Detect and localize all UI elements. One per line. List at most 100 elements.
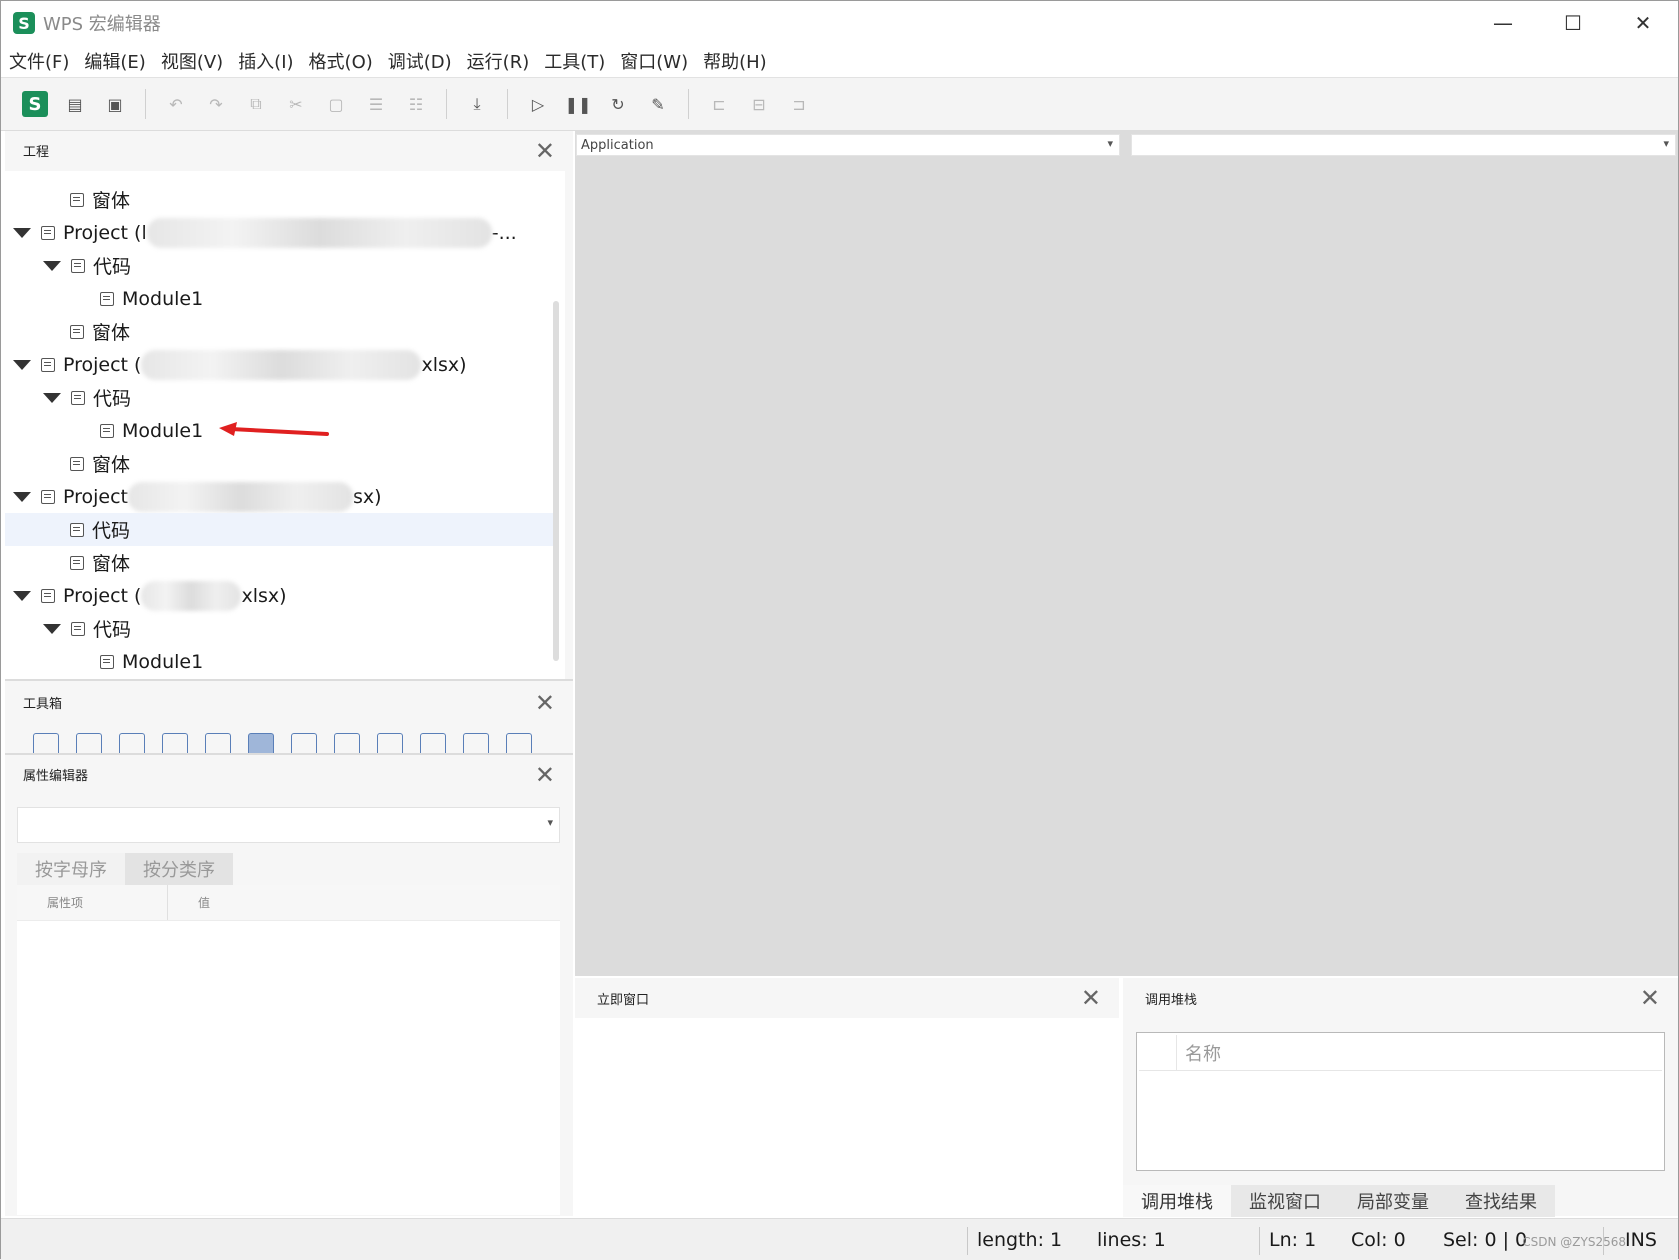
outdent-icon[interactable]: ☷: [399, 87, 433, 121]
close-icon[interactable]: ✕: [1081, 984, 1101, 1012]
close-icon[interactable]: ✕: [1640, 984, 1660, 1012]
expand-arrow-icon[interactable]: [43, 623, 61, 634]
copy-icon[interactable]: ⧉: [239, 87, 273, 121]
redacted-filename: [146, 217, 492, 248]
minimize-button[interactable]: —: [1468, 1, 1538, 45]
pause-icon[interactable]: ❚❚: [561, 87, 595, 121]
properties-panel: 属性编辑器 ✕ 按字母序 按分类序 属性项 值: [5, 755, 573, 1216]
tree-item-code[interactable]: 代码: [5, 249, 558, 282]
tab-categorized[interactable]: 按分类序: [125, 853, 233, 885]
tree-item-label: Module1: [122, 287, 204, 310]
procedure-dropdown[interactable]: [1131, 134, 1676, 156]
tab-watch[interactable]: 监视窗口: [1231, 1185, 1339, 1217]
tree-item-code[interactable]: 代码: [5, 612, 558, 645]
save-icon[interactable]: ▣: [98, 87, 132, 121]
textbox-tool-icon[interactable]: [119, 733, 145, 753]
object-dropdown[interactable]: Application: [576, 134, 1120, 156]
tree-item-label: Project (l: [63, 221, 147, 244]
tree-scrollbar[interactable]: [553, 301, 559, 661]
tree-item-form[interactable]: 窗体: [5, 315, 558, 348]
tree-item-label: Module1: [122, 650, 204, 673]
tree-item-project[interactable]: Project ( xlsx): [5, 579, 558, 612]
tree-item-form[interactable]: 窗体: [5, 447, 558, 480]
tab-alphabetic[interactable]: 按字母序: [17, 853, 125, 885]
design-mode-icon[interactable]: ✎: [641, 87, 675, 121]
menu-run[interactable]: 运行(R): [467, 48, 530, 74]
wps-switch-button[interactable]: S: [18, 87, 52, 121]
text-tool-icon[interactable]: [162, 733, 188, 753]
code-folder-icon: [71, 390, 85, 405]
tab-find-results[interactable]: 查找结果: [1447, 1185, 1555, 1217]
cut-icon[interactable]: ✂: [279, 87, 313, 121]
paste-icon[interactable]: ▢: [319, 87, 353, 121]
tree-item-label: Project (: [63, 353, 142, 376]
menu-edit[interactable]: 编辑(E): [84, 48, 145, 74]
tree-item-project[interactable]: Project ( xlsx): [5, 348, 558, 381]
tree-item-project[interactable]: Project (l -...: [5, 216, 558, 249]
new-file-icon[interactable]: ▤: [58, 87, 92, 121]
label-tool-icon[interactable]: [76, 733, 102, 753]
indent-icon[interactable]: ☰: [359, 87, 393, 121]
scrollbar-tool-icon[interactable]: [420, 733, 446, 753]
close-icon[interactable]: ✕: [535, 761, 555, 789]
properties-panel-title: 属性编辑器: [23, 768, 89, 784]
close-icon[interactable]: ✕: [535, 689, 555, 717]
form-icon: [70, 555, 84, 570]
tree-item-label: 窗体: [92, 322, 131, 344]
redacted-filename: [141, 349, 422, 380]
import-icon[interactable]: ⤓: [460, 87, 494, 121]
expand-arrow-icon[interactable]: [43, 392, 61, 403]
tab-callstack[interactable]: 调用堆栈: [1123, 1185, 1231, 1217]
left-dock: 工程 ✕ 窗体 Project (l -... 代码 Module1 窗体 Pr…: [5, 131, 573, 1216]
expand-arrow-icon[interactable]: [13, 590, 31, 601]
menu-file[interactable]: 文件(F): [9, 48, 69, 74]
menu-format[interactable]: 格式(O): [309, 48, 373, 74]
combobox-tool-icon[interactable]: [248, 733, 274, 753]
expand-arrow-icon[interactable]: [13, 359, 31, 370]
pointer-tool-icon[interactable]: [33, 733, 59, 753]
listbox-tool-icon[interactable]: [377, 733, 403, 753]
spin-tool-icon[interactable]: [463, 733, 489, 753]
expand-arrow-icon[interactable]: [13, 491, 31, 502]
maximize-button[interactable]: ☐: [1538, 1, 1608, 45]
expand-arrow-icon[interactable]: [43, 260, 61, 271]
align-left-icon[interactable]: ⊏: [702, 87, 736, 121]
close-icon[interactable]: ✕: [535, 137, 555, 165]
distribute-icon[interactable]: ⊐: [782, 87, 816, 121]
properties-grid-header: 属性项 值: [17, 885, 560, 921]
code-editor-area[interactable]: Application: [575, 131, 1678, 976]
run-icon[interactable]: ▷: [521, 87, 555, 121]
callstack-table[interactable]: 名称: [1136, 1032, 1665, 1171]
project-icon: [41, 357, 55, 372]
expand-arrow-icon[interactable]: [13, 227, 31, 238]
toolbar-separator: [507, 89, 508, 119]
menu-debug[interactable]: 调试(D): [388, 48, 452, 74]
tree-item-project[interactable]: Project sx): [5, 480, 558, 513]
tree-item-form[interactable]: 窗体: [5, 183, 558, 216]
tree-item-form[interactable]: 窗体: [5, 546, 558, 579]
tree-item-module[interactable]: Module1: [5, 282, 558, 315]
immediate-panel[interactable]: 立即窗口 ✕: [575, 978, 1119, 1216]
menu-insert[interactable]: 插入(I): [238, 48, 293, 74]
radio-tool-icon[interactable]: [334, 733, 360, 753]
tab-locals[interactable]: 局部变量: [1339, 1185, 1447, 1217]
redo-icon[interactable]: ↷: [199, 87, 233, 121]
tree-item-code[interactable]: 代码: [5, 381, 558, 414]
reset-icon[interactable]: ↻: [601, 87, 635, 121]
object-select[interactable]: [17, 807, 560, 843]
tree-item-module[interactable]: Module1: [5, 645, 558, 678]
menu-tools[interactable]: 工具(T): [544, 48, 605, 74]
menu-view[interactable]: 视图(V): [161, 48, 223, 74]
align-center-icon[interactable]: ⊟: [742, 87, 776, 121]
image-tool-icon[interactable]: [506, 733, 532, 753]
undo-icon[interactable]: ↶: [159, 87, 193, 121]
close-window-button[interactable]: ✕: [1608, 1, 1678, 45]
tree-item-code-selected[interactable]: 代码: [5, 513, 558, 546]
frame-tool-icon[interactable]: [205, 733, 231, 753]
column-value: 值: [198, 896, 211, 910]
status-bar: length: 1 lines: 1 Ln: 1 Col: 0 Sel: 0 |…: [1, 1218, 1678, 1260]
status-insert-mode: INS: [1625, 1229, 1657, 1251]
menu-window[interactable]: 窗口(W): [620, 48, 688, 74]
checkbox-tool-icon[interactable]: [291, 733, 317, 753]
menu-help[interactable]: 帮助(H): [703, 48, 767, 74]
